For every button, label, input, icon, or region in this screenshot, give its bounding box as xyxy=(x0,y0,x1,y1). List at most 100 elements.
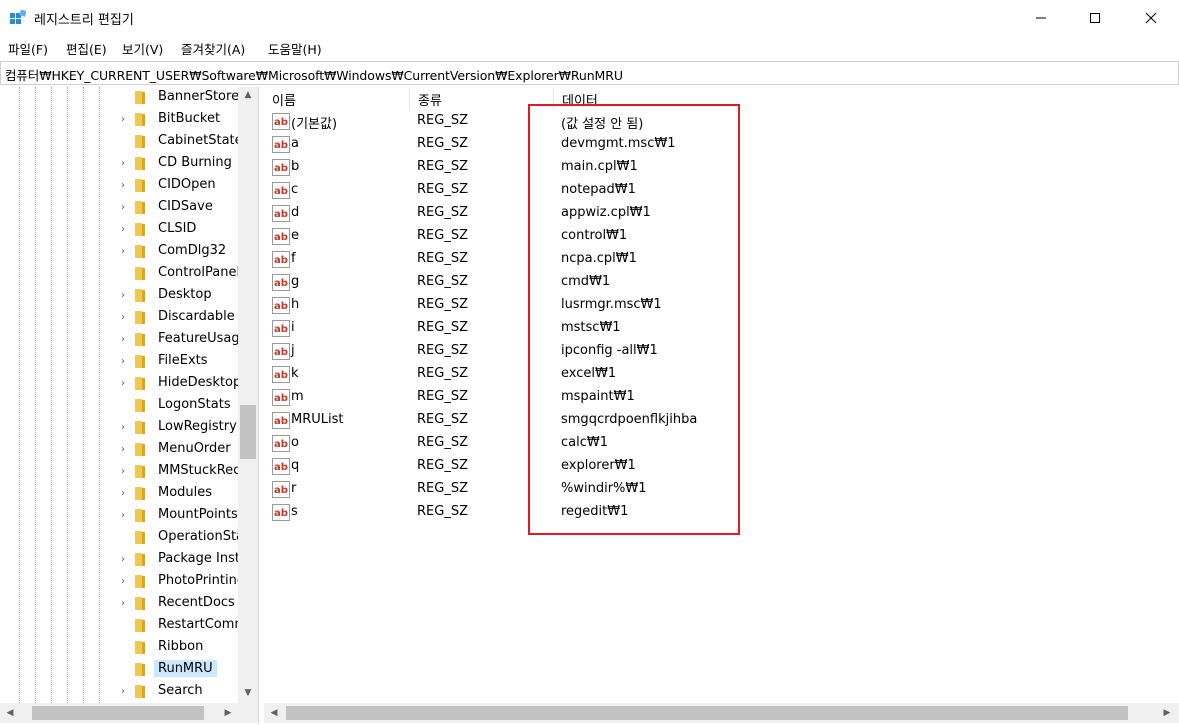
tree-item[interactable]: › FeatureUsage xyxy=(118,329,248,351)
chevron-right-icon[interactable]: › xyxy=(118,598,128,610)
menu-view[interactable]: 보기(V) xyxy=(122,39,163,58)
maximize-button[interactable] xyxy=(1072,0,1118,36)
menu-file[interactable]: 파일(F) xyxy=(8,39,48,58)
scroll-right-icon[interactable]: ▶ xyxy=(1159,705,1175,721)
tree-item[interactable]: CabinetState xyxy=(118,131,243,153)
value-row[interactable]: ab g REG_SZ cmd₩1 xyxy=(264,271,1164,294)
tree-scroll-thumb[interactable] xyxy=(240,405,256,459)
scroll-right-icon[interactable]: ▶ xyxy=(220,705,236,721)
scroll-left-icon[interactable]: ◀ xyxy=(266,705,282,721)
tree-item[interactable]: › FileExts xyxy=(118,351,243,373)
chevron-right-icon[interactable]: › xyxy=(118,334,128,346)
tree-item[interactable]: › Discardable xyxy=(118,307,243,329)
column-header-name[interactable]: 이름 xyxy=(264,87,410,110)
tree-item[interactable]: › ComDlg32 xyxy=(118,241,243,263)
tree-item[interactable]: OperationSta xyxy=(118,527,244,549)
tree-item[interactable]: › MountPoints xyxy=(118,505,243,527)
chevron-right-icon[interactable]: › xyxy=(118,488,128,500)
tree-item[interactable]: RestartComm xyxy=(118,615,247,637)
value-data: cmd₩1 xyxy=(561,274,611,289)
tree-item[interactable]: › Desktop xyxy=(118,285,243,307)
tree-item[interactable]: › CIDOpen xyxy=(118,175,243,197)
chevron-right-icon[interactable]: › xyxy=(118,224,128,236)
scroll-down-icon[interactable]: ▼ xyxy=(240,685,256,701)
value-row[interactable]: ab a REG_SZ devmgmt.msc₩1 xyxy=(264,133,1164,156)
tree-item[interactable]: › MenuOrder xyxy=(118,439,243,461)
tree-horizontal-scrollbar[interactable]: ◀ ▶ xyxy=(0,703,258,723)
tree-item[interactable]: › PhotoPrinting xyxy=(118,571,245,593)
list-horizontal-scrollbar[interactable]: ◀ ▶ xyxy=(264,703,1179,723)
key-tree-pane[interactable]: BannerStore › BitBucket CabinetState › CD Bur… xyxy=(0,87,259,724)
tree-item[interactable]: LogonStats xyxy=(118,395,243,417)
chevron-right-icon[interactable]: › xyxy=(118,246,128,258)
value-row[interactable]: ab m REG_SZ mspaint₩1 xyxy=(264,386,1164,409)
scroll-up-icon[interactable]: ▲ xyxy=(240,87,256,103)
tree-item[interactable]: › Package Inst xyxy=(118,549,243,571)
close-button[interactable] xyxy=(1128,0,1174,36)
menu-help[interactable]: 도움말(H) xyxy=(268,39,322,58)
chevron-right-icon[interactable]: › xyxy=(118,378,128,390)
tree-item[interactable]: › Search xyxy=(118,681,243,703)
address-bar[interactable]: 컴퓨터₩HKEY_CURRENT_USER₩Software₩Microsoft… xyxy=(0,61,1179,85)
value-type: REG_SZ xyxy=(417,113,468,128)
chevron-right-icon[interactable]: › xyxy=(118,180,128,192)
value-row[interactable]: ab b REG_SZ main.cpl₩1 xyxy=(264,156,1164,179)
chevron-right-icon[interactable]: › xyxy=(118,422,128,434)
title-bar[interactable]: 레지스트리 편집기 xyxy=(0,0,1179,36)
tree-item[interactable]: ControlPanel xyxy=(118,263,243,285)
tree-item[interactable]: RunMRU xyxy=(118,659,243,681)
tree-item[interactable]: BannerStore xyxy=(118,87,243,109)
value-row[interactable]: ab f REG_SZ ncpa.cpl₩1 xyxy=(264,248,1164,271)
value-list-pane[interactable]: 이름 종류 데이터 ab (기본값) REG_SZ (값 설정 안 됨) ab a REG_… xyxy=(264,87,1179,724)
menu-favorites[interactable]: 즐겨찾기(A) xyxy=(181,39,245,58)
value-row[interactable]: ab e REG_SZ control₩1 xyxy=(264,225,1164,248)
chevron-right-icon[interactable]: › xyxy=(118,576,128,588)
chevron-right-icon[interactable]: › xyxy=(118,686,128,698)
value-row[interactable]: ab MRUList REG_SZ smgqcrdpoenflkjihba xyxy=(264,409,1164,432)
value-row[interactable]: ab o REG_SZ calc₩1 xyxy=(264,432,1164,455)
menu-edit[interactable]: 편집(E) xyxy=(66,39,107,58)
chevron-right-icon[interactable]: › xyxy=(118,510,128,522)
address-path[interactable]: 컴퓨터₩HKEY_CURRENT_USER₩Software₩Microsoft… xyxy=(5,65,623,84)
value-row[interactable]: ab c REG_SZ notepad₩1 xyxy=(264,179,1164,202)
tree-vertical-scrollbar[interactable]: ▲ ▼ xyxy=(238,87,258,703)
chevron-right-icon[interactable]: › xyxy=(118,356,128,368)
tree-item[interactable]: › BitBucket xyxy=(118,109,243,131)
svg-text:ab: ab xyxy=(274,485,288,496)
chevron-right-icon[interactable]: › xyxy=(118,290,128,302)
tree-hscroll-thumb[interactable] xyxy=(32,706,204,720)
value-row[interactable]: ab q REG_SZ explorer₩1 xyxy=(264,455,1164,478)
tree-item[interactable]: › CLSID xyxy=(118,219,243,241)
value-row[interactable]: ab d REG_SZ appwiz.cpl₩1 xyxy=(264,202,1164,225)
minimize-button[interactable] xyxy=(1018,0,1064,36)
tree-item-label: CIDSave xyxy=(158,199,213,214)
tree-item[interactable]: › LowRegistry xyxy=(118,417,243,439)
tree-item[interactable]: › CD Burning xyxy=(118,153,243,175)
chevron-right-icon[interactable]: › xyxy=(118,312,128,324)
tree-item[interactable]: › HideDesktop xyxy=(118,373,243,395)
tree-item[interactable]: › MMStuckRec xyxy=(118,461,243,483)
tree-item[interactable]: › CIDSave xyxy=(118,197,243,219)
tree-item[interactable]: › RecentDocs xyxy=(118,593,243,615)
folder-icon xyxy=(135,641,145,654)
chevron-right-icon[interactable]: › xyxy=(118,158,128,170)
chevron-right-icon[interactable]: › xyxy=(118,114,128,126)
value-row[interactable]: ab k REG_SZ excel₩1 xyxy=(264,363,1164,386)
value-row[interactable]: ab r REG_SZ %windir%₩1 xyxy=(264,478,1164,501)
scroll-left-icon[interactable]: ◀ xyxy=(2,705,18,721)
string-value-icon: ab xyxy=(272,320,290,337)
tree-item[interactable]: › Modules xyxy=(118,483,243,505)
value-row[interactable]: ab j REG_SZ ipconfig -all₩1 xyxy=(264,340,1164,363)
tree-item[interactable]: Ribbon xyxy=(118,637,243,659)
value-row[interactable]: ab h REG_SZ lusrmgr.msc₩1 xyxy=(264,294,1164,317)
column-header-data[interactable]: 데이터 xyxy=(554,87,794,110)
chevron-right-icon[interactable]: › xyxy=(118,466,128,478)
chevron-right-icon[interactable]: › xyxy=(118,202,128,214)
value-row[interactable]: ab (기본값) REG_SZ (값 설정 안 됨) xyxy=(264,110,1164,133)
value-row[interactable]: ab s REG_SZ regedit₩1 xyxy=(264,501,1164,524)
list-hscroll-thumb[interactable] xyxy=(286,706,1128,720)
value-row[interactable]: ab i REG_SZ mstsc₩1 xyxy=(264,317,1164,340)
chevron-right-icon[interactable]: › xyxy=(118,554,128,566)
chevron-right-icon[interactable]: › xyxy=(118,444,128,456)
column-header-type[interactable]: 종류 xyxy=(410,87,554,110)
